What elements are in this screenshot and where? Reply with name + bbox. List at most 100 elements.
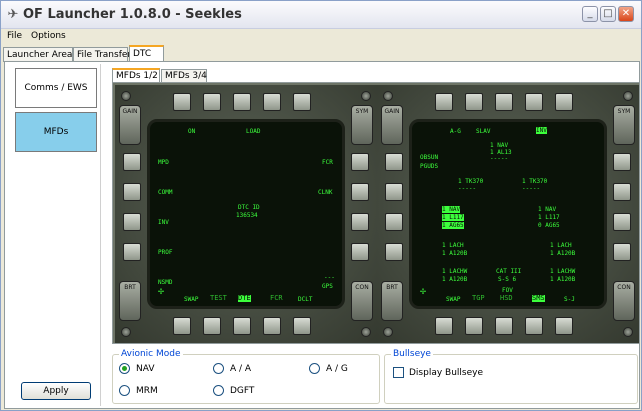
radio-nav[interactable]: NAV xyxy=(119,363,154,374)
osb-button[interactable] xyxy=(495,93,513,111)
mfd-label: INV xyxy=(536,127,547,134)
mfd-label: SWAP xyxy=(446,296,461,303)
osb-button[interactable] xyxy=(123,213,141,231)
brt-rocker[interactable]: BRT xyxy=(381,281,403,321)
osb-button[interactable] xyxy=(351,243,369,261)
osb-button[interactable] xyxy=(233,317,251,335)
osb-button[interactable] xyxy=(465,317,483,335)
screw-icon xyxy=(361,327,371,337)
mfd-label: HSD xyxy=(500,294,513,302)
mfd-label: TEST xyxy=(210,294,227,302)
brt-rocker[interactable]: BRT xyxy=(119,281,141,321)
osb-button[interactable] xyxy=(293,317,311,335)
osb-button[interactable] xyxy=(525,317,543,335)
osb-button[interactable] xyxy=(435,317,453,335)
screw-icon xyxy=(623,327,633,337)
mfd-label: 1 NAV xyxy=(442,206,461,213)
mfd-label: TGP xyxy=(472,294,485,302)
screw-icon xyxy=(383,327,393,337)
mfd-label: INV xyxy=(158,219,169,226)
osb-button[interactable] xyxy=(385,153,403,171)
radio-dot-icon xyxy=(309,363,320,374)
tab-mfds-3-4[interactable]: MFDs 3/4 xyxy=(161,69,207,82)
osb-button[interactable] xyxy=(555,93,573,111)
bullseye-title: Bullseye xyxy=(391,349,433,359)
osb-button[interactable] xyxy=(495,317,513,335)
bullseye-group: Bullseye Display Bullseye xyxy=(384,349,638,404)
osb-button[interactable] xyxy=(613,183,631,201)
menu-file[interactable]: File xyxy=(7,31,22,41)
sym-rocker[interactable]: SYM xyxy=(351,105,373,145)
con-rocker[interactable]: CON xyxy=(613,281,635,321)
tab-mfds-1-2[interactable]: MFDs 1/2 xyxy=(112,68,160,82)
sym-rocker[interactable]: SYM xyxy=(613,105,635,145)
mfd-display-area: GAIN SYM BRT CON ON LOAD MPD COMM INV PR… xyxy=(112,82,640,344)
osb-button[interactable] xyxy=(555,317,573,335)
mfd-label: OBSUN xyxy=(420,154,439,161)
launcher-window: ✈ OF Launcher 1.0.8.0 - Seekles _ □ ✕ Fi… xyxy=(0,0,642,411)
mfd-label: PROF xyxy=(158,249,173,256)
osb-button[interactable] xyxy=(123,153,141,171)
aircraft-symbol-icon: ✢ xyxy=(420,286,427,297)
nav-mfds[interactable]: MFDs xyxy=(15,112,97,152)
mfd-label: CAT III xyxy=(496,268,522,275)
osb-button[interactable] xyxy=(233,93,251,111)
mfd-label: SMS xyxy=(532,294,545,302)
osb-button[interactable] xyxy=(173,93,191,111)
osb-button[interactable] xyxy=(173,317,191,335)
mfd-label: ----- xyxy=(490,155,509,162)
mfd-label: 1 NAV xyxy=(490,142,509,149)
mfd-label: 1 A120B xyxy=(550,276,576,283)
mfd-label: S-J xyxy=(564,296,575,303)
nav-comms-ews[interactable]: Comms / EWS xyxy=(15,68,97,108)
tab-launcher-area[interactable]: Launcher Area xyxy=(3,47,73,62)
apply-button[interactable]: Apply xyxy=(21,382,91,400)
osb-button[interactable] xyxy=(385,213,403,231)
osb-button[interactable] xyxy=(263,317,281,335)
menu-options[interactable]: Options xyxy=(31,31,66,41)
osb-button[interactable] xyxy=(203,93,221,111)
dtc-id-label: DTC ID xyxy=(238,204,260,211)
mfd-label: FOV xyxy=(502,287,513,294)
osb-button[interactable] xyxy=(465,93,483,111)
con-rocker[interactable]: CON xyxy=(351,281,373,321)
osb-button[interactable] xyxy=(385,243,403,261)
osb-button[interactable] xyxy=(351,213,369,231)
radio-dgft[interactable]: DGFT xyxy=(213,385,254,396)
close-button[interactable]: ✕ xyxy=(618,6,634,22)
osb-button[interactable] xyxy=(123,183,141,201)
osb-button[interactable] xyxy=(293,93,311,111)
minimize-button[interactable]: _ xyxy=(582,6,598,22)
mfd-label: 0 AG65 xyxy=(538,222,560,229)
osb-button[interactable] xyxy=(613,153,631,171)
mfd-label: --- xyxy=(324,274,335,281)
radio-a-a[interactable]: A / A xyxy=(213,363,251,374)
osb-button[interactable] xyxy=(435,93,453,111)
mfd-label: ----- xyxy=(522,185,541,192)
osb-button[interactable] xyxy=(263,93,281,111)
screw-icon xyxy=(383,91,393,101)
gain-rocker[interactable]: GAIN xyxy=(119,105,141,145)
osb-button[interactable] xyxy=(351,183,369,201)
display-bullseye-checkbox[interactable]: Display Bullseye xyxy=(393,367,483,378)
osb-button[interactable] xyxy=(123,243,141,261)
osb-button[interactable] xyxy=(203,317,221,335)
radio-mrm[interactable]: MRM xyxy=(119,385,158,396)
tab-file-transfer[interactable]: File Transfer xyxy=(73,47,131,62)
mfd-left-screen: ON LOAD MPD COMM INV PROF NSMD FCR CLNK … xyxy=(147,119,345,309)
osb-button[interactable] xyxy=(385,183,403,201)
osb-button[interactable] xyxy=(525,93,543,111)
mfd-label: DTE xyxy=(238,294,251,302)
mfd-label: 1 LACH xyxy=(442,242,464,249)
mfd-label: SWAP xyxy=(184,296,199,303)
mfd-label: DCLT xyxy=(298,296,313,303)
osb-button[interactable] xyxy=(613,243,631,261)
avionic-mode-group: Avionic Mode NAV A / A A / G MRM DGFT xyxy=(112,349,380,404)
osb-button[interactable] xyxy=(351,153,369,171)
mfd-label: 1 L117 xyxy=(442,214,464,221)
osb-button[interactable] xyxy=(613,213,631,231)
tab-dtc[interactable]: DTC xyxy=(129,45,164,62)
radio-a-g[interactable]: A / G xyxy=(309,363,348,374)
maximize-button[interactable]: □ xyxy=(600,6,616,22)
gain-rocker[interactable]: GAIN xyxy=(381,105,403,145)
